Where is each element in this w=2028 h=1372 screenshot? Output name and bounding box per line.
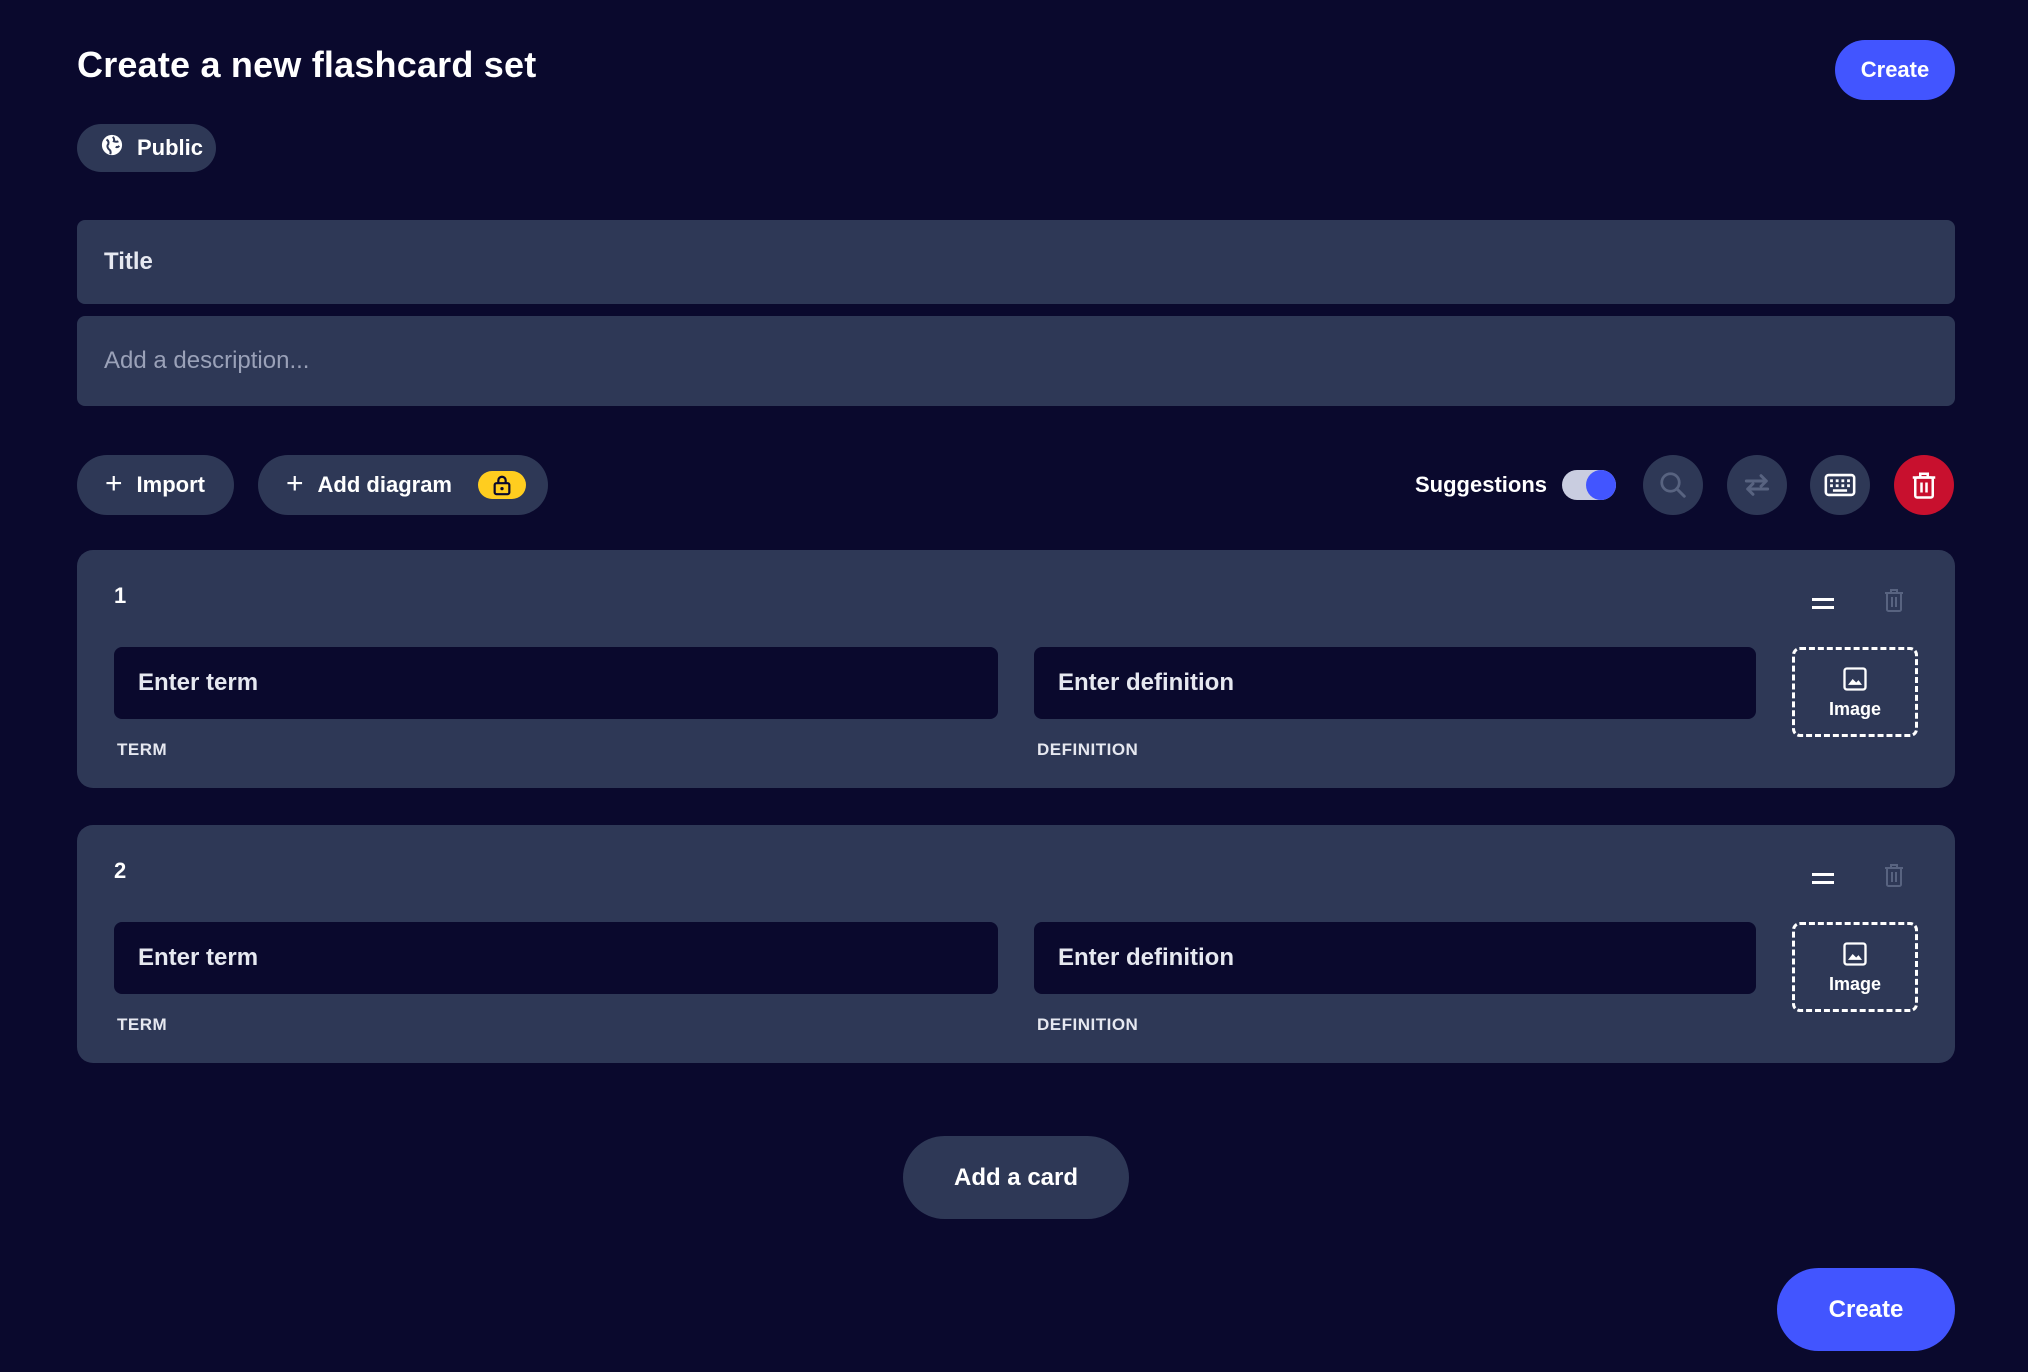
card-delete-icon[interactable] (1882, 586, 1906, 614)
import-button[interactable]: + Import (77, 455, 234, 515)
search-button[interactable] (1643, 455, 1703, 515)
add-image-button[interactable]: Image (1792, 647, 1918, 737)
description-input[interactable]: Add a description... (77, 316, 1955, 406)
toggle-knob (1586, 470, 1616, 500)
search-icon (1660, 472, 1686, 498)
term-label: TERM (117, 740, 168, 759)
term-input[interactable]: Enter term (114, 922, 998, 994)
suggestions-label: Suggestions (1415, 472, 1548, 497)
keyboard-shortcuts-button[interactable] (1810, 455, 1870, 515)
image-icon (1843, 941, 1867, 966)
suggestions-toggle[interactable] (1562, 470, 1616, 500)
create-set-page: Create a new flashcard set Create Public… (0, 0, 2028, 1372)
swap-terms-button[interactable] (1727, 455, 1787, 515)
definition-label: DEFINITION (1037, 740, 1139, 759)
plus-icon: + (105, 466, 123, 500)
definition-input[interactable]: Enter definition (1034, 647, 1756, 719)
drag-handle-icon[interactable] (1808, 592, 1838, 616)
keyboard-icon (1824, 473, 1856, 497)
swap-icon (1744, 474, 1770, 496)
image-label: Image (1828, 973, 1882, 994)
create-button-top[interactable]: Create (1835, 40, 1955, 100)
plus-icon: + (286, 466, 304, 500)
page-title: Create a new flashcard set (77, 44, 537, 85)
add-image-button[interactable]: Image (1792, 922, 1918, 1012)
card-number: 2 (114, 858, 127, 883)
create-button-bottom[interactable]: Create (1777, 1268, 1955, 1351)
title-input[interactable]: Title (77, 220, 1955, 304)
globe-icon (101, 134, 123, 162)
import-label: Import (136, 472, 205, 497)
term-input[interactable]: Enter term (114, 647, 998, 719)
definition-label: DEFINITION (1037, 1015, 1139, 1034)
drag-handle-icon[interactable] (1808, 867, 1838, 891)
image-icon (1843, 666, 1867, 691)
add-diagram-label: Add diagram (317, 472, 452, 497)
lock-icon (478, 471, 526, 499)
flashcard: 2 Enter term Enter definition TERM DEFIN… (77, 825, 1955, 1063)
image-label: Image (1828, 698, 1882, 719)
trash-icon (1912, 472, 1936, 499)
add-card-button[interactable]: Add a card (903, 1136, 1129, 1219)
add-diagram-button[interactable]: + Add diagram (258, 455, 548, 515)
card-number: 1 (114, 583, 127, 608)
visibility-selector[interactable]: Public (77, 124, 216, 172)
definition-input[interactable]: Enter definition (1034, 922, 1756, 994)
delete-all-button[interactable] (1894, 455, 1954, 515)
visibility-label: Public (137, 135, 204, 160)
term-label: TERM (117, 1015, 168, 1034)
card-delete-icon[interactable] (1882, 861, 1906, 889)
flashcard: 1 Enter term Enter definition TERM DEFIN… (77, 550, 1955, 788)
